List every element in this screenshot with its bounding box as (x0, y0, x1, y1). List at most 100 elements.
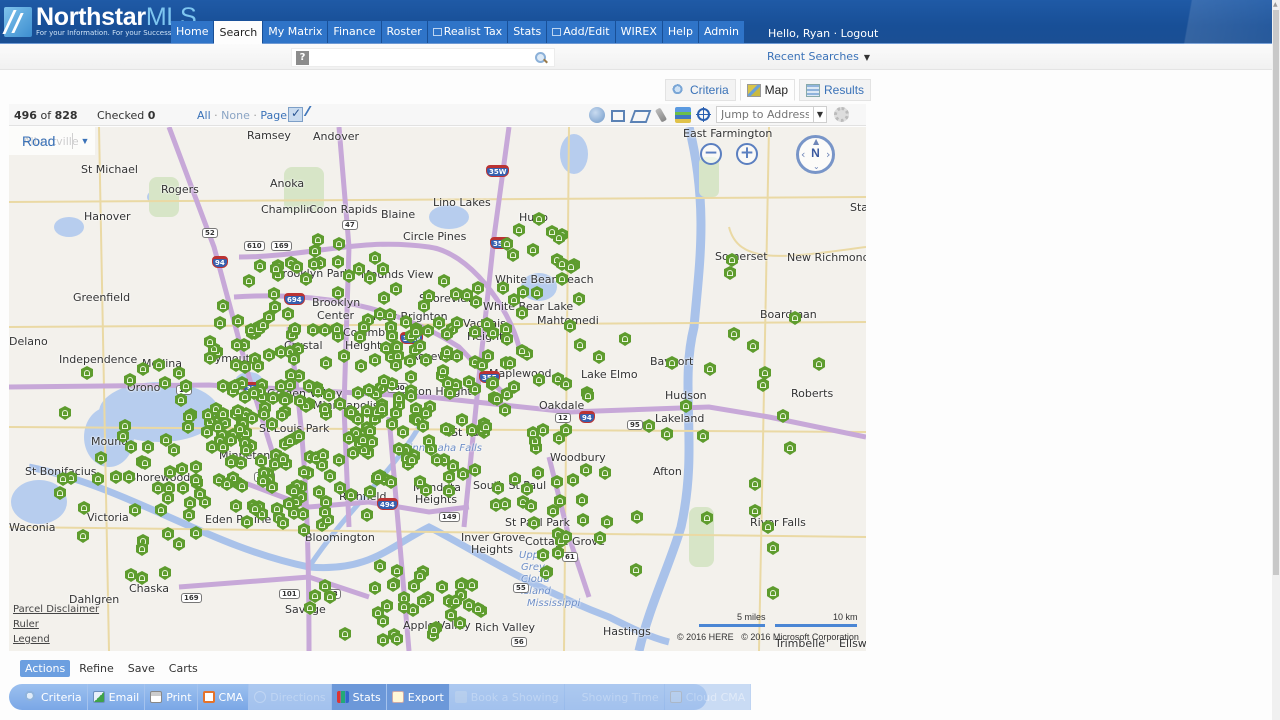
nav-tab-realist-tax[interactable]: Realist Tax (427, 21, 508, 43)
clear-shapes-icon[interactable] (653, 107, 669, 123)
draw-polygon-icon[interactable] (631, 107, 647, 123)
quick-search-input[interactable]: ? (291, 48, 555, 67)
center-map-icon[interactable] (696, 107, 711, 122)
nav-tab-finance[interactable]: Finance (328, 21, 381, 43)
select-all-link[interactable]: All (197, 109, 211, 122)
place-label: Delano (9, 335, 48, 348)
place-label: New Richmond (787, 251, 866, 264)
tab-map[interactable]: Map (739, 79, 796, 101)
action-stats-button[interactable]: Stats (331, 684, 387, 710)
action-email-button[interactable]: Email (88, 684, 146, 710)
action-criteria-button[interactable]: Criteria (20, 684, 88, 710)
action-book-a-showing-button[interactable]: Book a Showing (449, 684, 565, 710)
draw-radius-icon[interactable] (589, 106, 605, 123)
scroll-up-arrow-icon[interactable]: ▲ (1273, 1, 1278, 8)
caret-down-icon[interactable]: ▼ (80, 136, 89, 146)
place-label: Somerset (715, 250, 768, 263)
place-label: Greenfield (73, 291, 131, 304)
northstar-logo[interactable]: NorthstarMLS For your Information. For y… (4, 5, 197, 38)
tab-results[interactable]: Results (799, 79, 872, 101)
place-label: Roberts (791, 387, 834, 400)
gear-icon[interactable] (834, 107, 849, 122)
highway-shield: 169 (271, 241, 292, 251)
logout-link[interactable]: Logout (841, 27, 879, 40)
action-showing-time-button[interactable]: Showing Time (564, 684, 665, 710)
ruler-link[interactable]: Ruler (13, 617, 99, 632)
pan-right-icon[interactable]: › (826, 148, 830, 161)
map-canvas[interactable]: AlbertvilleRamseyAndoverEast FarmingtonS… (9, 127, 866, 651)
highway-shield: 610 (244, 241, 265, 251)
main-nav: Home Search My Matrix Finance Roster Realist … (171, 21, 745, 44)
map-tools: ▼ (589, 106, 849, 123)
map-type-label[interactable]: Road (22, 133, 55, 149)
print-icon (150, 691, 163, 703)
action-export-button[interactable]: Export (386, 684, 450, 710)
place-label: Woodbury (550, 451, 606, 464)
jump-to-address-input[interactable] (716, 106, 814, 123)
search-icon[interactable] (534, 51, 548, 65)
map-icon (746, 83, 761, 97)
export-icon (391, 691, 404, 703)
quick-search-bar: ? Recent Searches ▼ (0, 44, 1272, 70)
external-window-icon (552, 28, 562, 36)
map-type-selector[interactable]: Road ▼ (9, 127, 95, 155)
nav-tab-home[interactable]: Home (171, 21, 214, 43)
place-label: Rich Valley (475, 621, 536, 634)
jump-dropdown-icon[interactable]: ▼ (814, 106, 827, 123)
place-label: Champlin (261, 203, 314, 216)
place-label: Heights (471, 543, 514, 556)
caret-down-icon: ▼ (863, 53, 870, 62)
tab-criteria[interactable]: Criteria (665, 79, 736, 101)
nav-tab-stats[interactable]: Stats (508, 21, 547, 43)
pan-down-icon[interactable]: ⌄ (813, 162, 820, 171)
place-label: River Falls (750, 516, 806, 529)
place-label: East Farmington (683, 127, 773, 140)
place-label: Blaine (381, 208, 416, 221)
action-directions-button[interactable]: Directions (249, 684, 332, 710)
highway-shield: 52 (202, 228, 218, 238)
recent-searches-dropdown[interactable]: Recent Searches ▼ (767, 50, 870, 63)
nav-tab-my-matrix[interactable]: My Matrix (263, 21, 328, 43)
stats-icon (336, 691, 349, 703)
show-checked-only-icon[interactable] (288, 106, 303, 122)
parcel-disclaimer-link[interactable]: Parcel Disclaimer (13, 602, 99, 617)
place-label: Lino Lakes (433, 196, 491, 209)
action-print-button[interactable]: Print (145, 684, 198, 710)
interstate-shield: 94 (579, 411, 595, 423)
user-greeting: Hello, Ryan · Logout (768, 27, 879, 40)
nav-tab-admin[interactable]: Admin (698, 21, 744, 43)
help-icon[interactable]: ? (296, 51, 309, 65)
place-label: Chaska (129, 582, 170, 595)
subtab-actions[interactable]: Actions (20, 660, 71, 677)
magnifier-icon (25, 691, 37, 703)
show-unchecked-icon[interactable] (306, 107, 321, 122)
map-layers-icon[interactable] (675, 106, 691, 123)
subtab-refine[interactable]: Refine (74, 660, 119, 677)
action-cloud-cma-button[interactable]: Cloud CMA (664, 684, 752, 710)
select-links: All · None · Page · (197, 109, 294, 122)
interstate-shield: 94 (212, 256, 228, 268)
zoom-out-button[interactable]: − (700, 143, 722, 165)
place-label: White Bear Lake (483, 300, 574, 313)
nav-tab-help[interactable]: Help (662, 21, 698, 43)
nav-tab-add-edit[interactable]: Add/Edit (547, 21, 615, 43)
nav-tab-wirex[interactable]: WIREX (615, 21, 662, 43)
nav-tab-search[interactable]: Search (214, 21, 263, 44)
place-label: Center (317, 309, 355, 322)
select-page-link[interactable]: Page (260, 109, 287, 122)
nav-tab-roster[interactable]: Roster (381, 21, 427, 43)
select-none-link[interactable]: None (221, 109, 250, 122)
subtab-save[interactable]: Save (123, 660, 160, 677)
app-header: NorthstarMLS For your Information. For y… (0, 0, 1272, 44)
scrollbar-thumb[interactable] (1273, 10, 1279, 575)
legend-link[interactable]: Legend (13, 632, 99, 647)
subtab-carts[interactable]: Carts (164, 660, 203, 677)
zoom-in-button[interactable]: + (736, 143, 758, 165)
compass-control[interactable]: ▲ ‹ N › ⌄ (796, 135, 835, 174)
external-window-icon (432, 28, 442, 36)
page-scrollbar[interactable]: ▲ (1272, 0, 1280, 720)
pan-up-icon[interactable]: ▲ (813, 137, 819, 146)
draw-rectangle-icon[interactable] (611, 109, 625, 122)
highway-shield: 101 (279, 589, 300, 599)
action-cma-button[interactable]: CMA (198, 684, 250, 710)
